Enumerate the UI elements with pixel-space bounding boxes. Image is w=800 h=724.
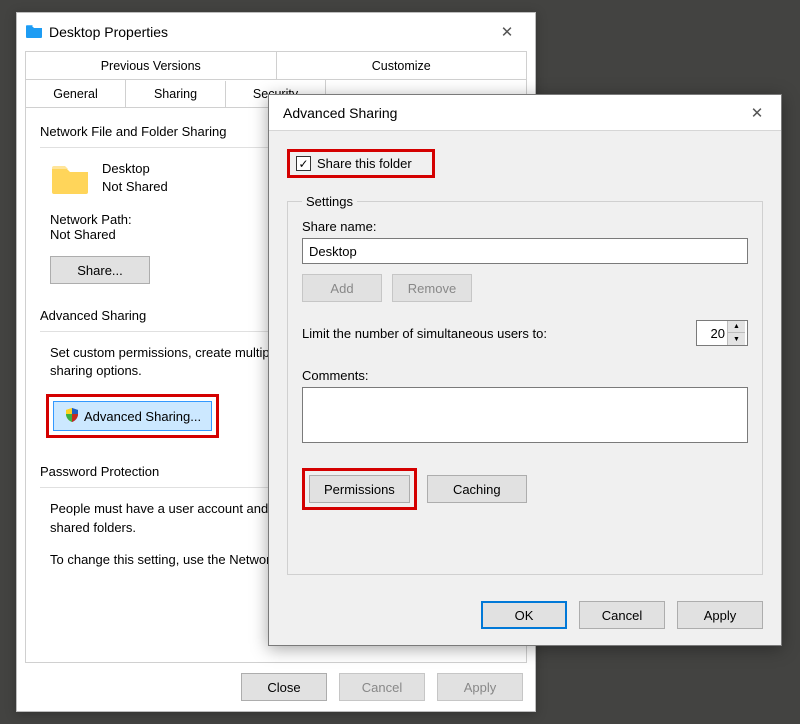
close-icon[interactable]: ✕: [737, 97, 777, 129]
properties-title: Desktop Properties: [49, 24, 168, 40]
permissions-button[interactable]: Permissions: [309, 475, 410, 503]
folder-share-status: Not Shared: [102, 178, 168, 196]
checkbox-checked-icon: ✓: [296, 156, 311, 171]
close-icon[interactable]: ✕: [487, 16, 527, 48]
folder-icon: [25, 23, 43, 42]
apply-button[interactable]: Apply: [677, 601, 763, 629]
folder-name: Desktop: [102, 160, 168, 178]
comments-textarea[interactable]: [302, 387, 748, 443]
share-this-folder-label: Share this folder: [317, 156, 412, 171]
limit-users-spinner[interactable]: ▲ ▼: [696, 320, 748, 346]
share-button[interactable]: Share...: [50, 256, 150, 284]
spinner-down-icon[interactable]: ▼: [728, 333, 745, 345]
properties-cancel-button[interactable]: Cancel: [339, 673, 425, 701]
share-name-input[interactable]: [302, 238, 748, 264]
properties-apply-button[interactable]: Apply: [437, 673, 523, 701]
shield-icon: [64, 407, 80, 426]
advanced-sharing-dialog: Advanced Sharing ✕ ✓ Share this folder S…: [268, 94, 782, 646]
spinner-up-icon[interactable]: ▲: [728, 321, 745, 333]
tab-general[interactable]: General: [26, 80, 126, 107]
advanced-sharing-button-label: Advanced Sharing...: [84, 409, 201, 424]
cancel-button[interactable]: Cancel: [579, 601, 665, 629]
caching-button[interactable]: Caching: [427, 475, 527, 503]
limit-users-input[interactable]: [697, 325, 727, 342]
tab-sharing[interactable]: Sharing: [126, 81, 226, 108]
ok-button[interactable]: OK: [481, 601, 567, 629]
tab-customize[interactable]: Customize: [277, 52, 527, 79]
tab-previous-versions[interactable]: Previous Versions: [26, 52, 277, 79]
properties-titlebar: Desktop Properties ✕: [17, 13, 535, 51]
remove-button[interactable]: Remove: [392, 274, 472, 302]
settings-group: Settings Share name: Add Remove Limit th…: [287, 194, 763, 575]
advanced-sharing-titlebar: Advanced Sharing ✕: [269, 95, 781, 131]
advanced-sharing-title: Advanced Sharing: [283, 105, 397, 121]
folder-large-icon: [50, 160, 90, 196]
limit-users-label: Limit the number of simultaneous users t…: [302, 326, 547, 341]
add-button[interactable]: Add: [302, 274, 382, 302]
share-this-folder-checkbox[interactable]: ✓ Share this folder: [290, 152, 432, 175]
comments-label: Comments:: [302, 368, 748, 383]
advanced-sharing-button[interactable]: Advanced Sharing...: [53, 401, 212, 431]
share-name-label: Share name:: [302, 219, 748, 234]
settings-legend: Settings: [302, 194, 357, 209]
properties-close-button[interactable]: Close: [241, 673, 327, 701]
